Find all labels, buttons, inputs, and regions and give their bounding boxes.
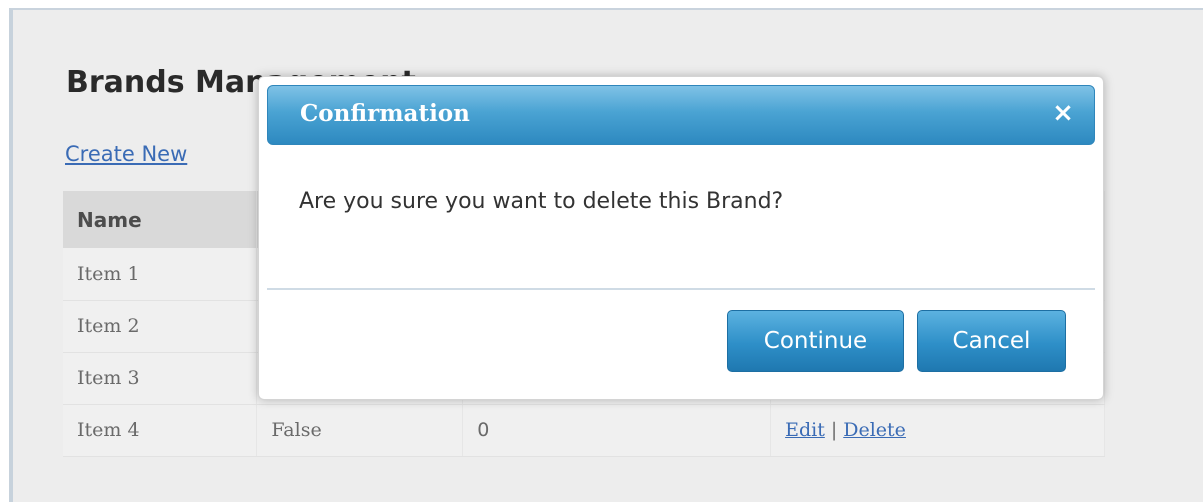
cell-name: Item 1 [63,248,258,301]
link-separator: | [830,419,838,441]
dialog-message: Are you sure you want to delete this Bra… [299,189,784,214]
table-row: Item 4 False 0 Edit | Delete [63,404,1105,457]
dialog-title: Confirmation [300,100,470,127]
dialog-divider [267,288,1095,290]
cell-col3: 0 [462,404,772,457]
cell-name: Item 3 [63,352,258,405]
cancel-button[interactable]: Cancel [917,310,1066,372]
column-header-name[interactable]: Name [63,191,258,248]
delete-link[interactable]: Delete [843,419,906,441]
cell-actions: Edit | Delete [770,404,1105,457]
cell-name: Item 4 [63,404,258,457]
create-new-link[interactable]: Create New [65,142,187,166]
cell-name: Item 2 [63,300,258,353]
dialog-header[interactable]: Confirmation × [267,85,1095,145]
continue-button[interactable]: Continue [727,310,904,372]
cell-col2: False [256,404,464,457]
edit-link[interactable]: Edit [785,419,825,441]
close-icon[interactable]: × [1050,98,1076,128]
confirmation-dialog: Confirmation × Are you sure you want to … [258,76,1104,400]
